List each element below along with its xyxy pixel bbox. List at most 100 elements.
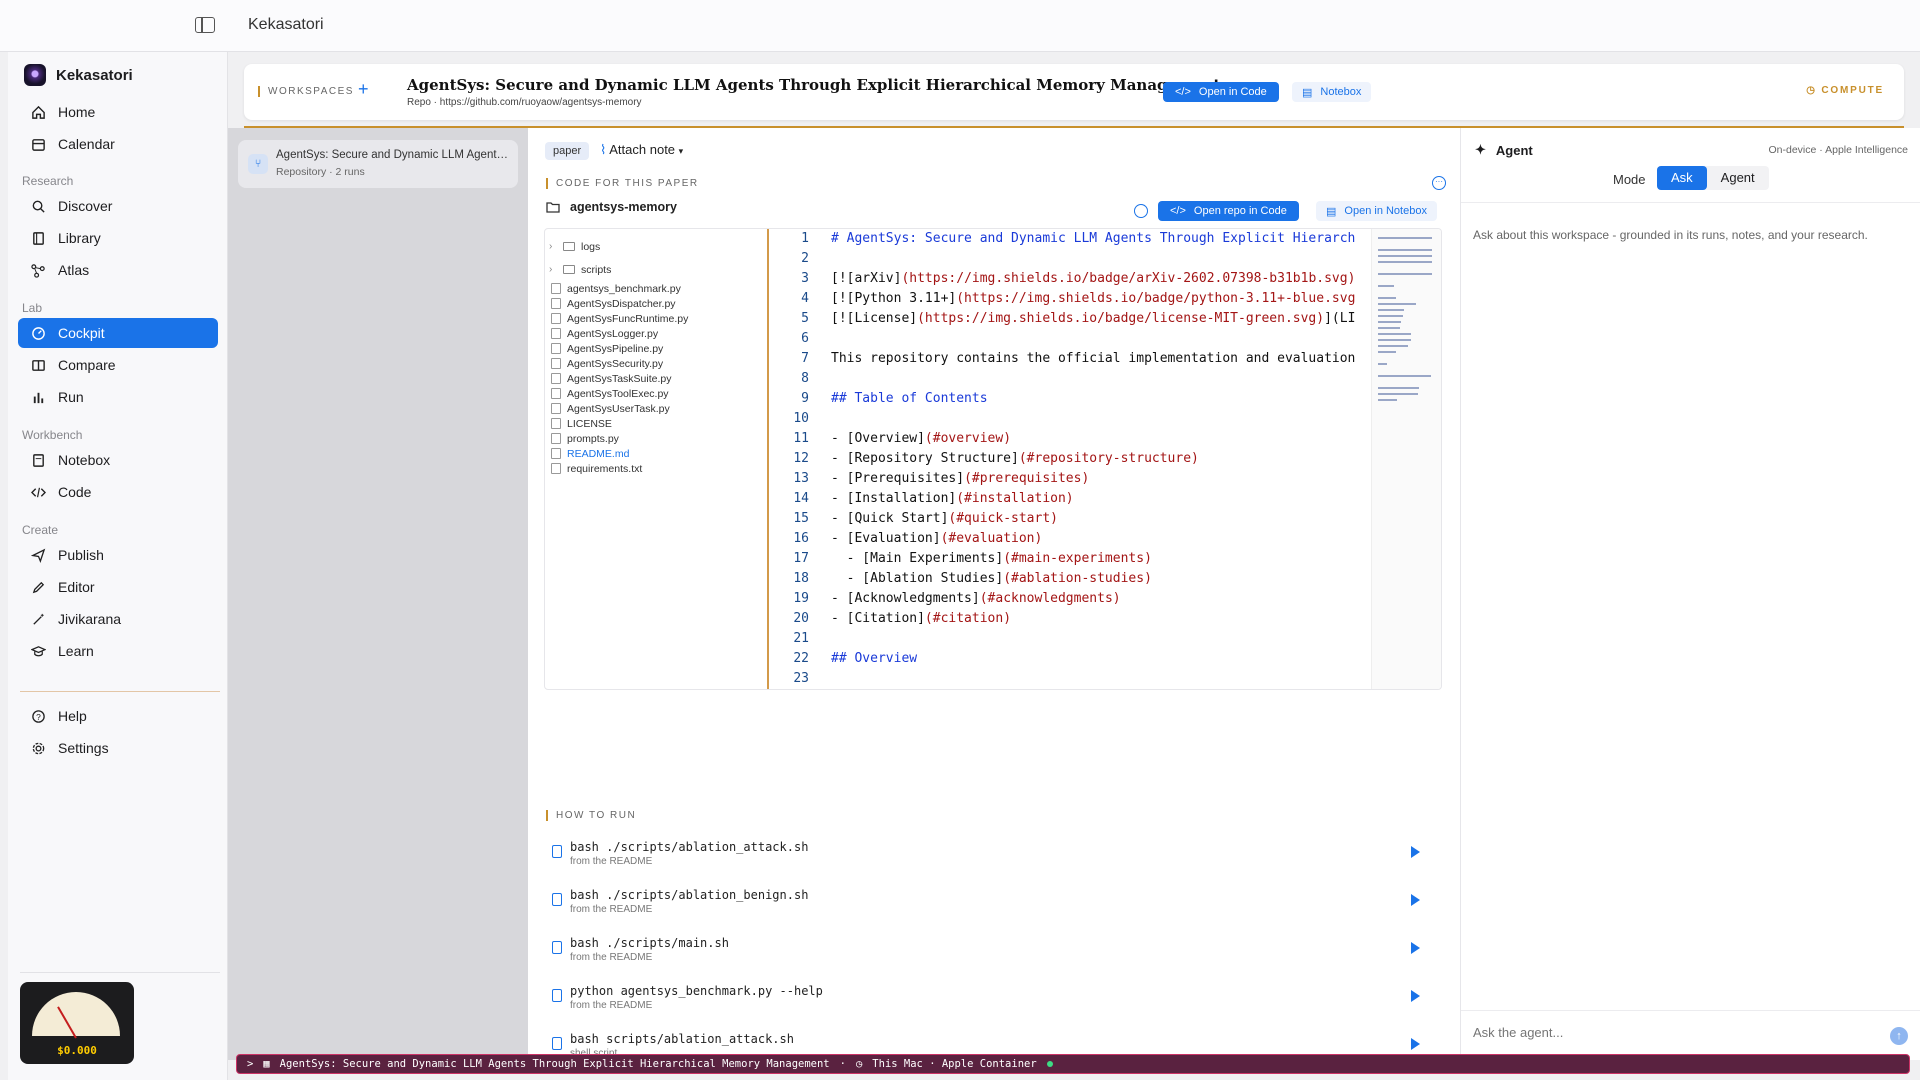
sidebar-item-discover[interactable]: Discover (18, 191, 218, 221)
send-icon[interactable]: ↑ (1890, 1027, 1908, 1045)
calendar-icon (30, 136, 46, 152)
code-icon: </> (1175, 86, 1191, 98)
run-command-row[interactable]: python agentsys_benchmark.py --help from … (544, 980, 1444, 1024)
search-icon (30, 198, 46, 214)
history-icon[interactable] (1134, 204, 1148, 218)
file-item[interactable]: AgentSysLogger.py (545, 326, 767, 341)
line-number: 7 (801, 351, 809, 366)
sidebar-item-code[interactable]: Code (18, 477, 218, 507)
notebox-button[interactable]: ▤ Notebox (1292, 82, 1372, 102)
code-token: ## Overview (831, 651, 918, 666)
folder-item[interactable]: › logs (545, 235, 767, 258)
play-icon[interactable] (1411, 846, 1420, 858)
minimap-line (1378, 273, 1432, 275)
sidebar-toggle-icon[interactable] (195, 17, 215, 33)
code-token: (#installation) (956, 491, 1074, 506)
file-item[interactable]: AgentSysTaskSuite.py (545, 371, 767, 386)
line-number: 5 (801, 311, 809, 326)
code-panel: › logs › scripts agentsys_benchmark.py AgentS… (544, 228, 1442, 690)
folder-item[interactable]: › scripts (545, 258, 767, 281)
code-line: ## Overview (831, 649, 1371, 669)
file-name: logs (581, 240, 601, 253)
sidebar-divider (20, 691, 220, 692)
how-to-run-label: HOW TO RUN (546, 810, 636, 821)
attach-note-button[interactable]: ⌇ Attach note ▾ (600, 142, 683, 158)
sidebar-item-calendar[interactable]: Calendar (18, 129, 218, 159)
sidebar-item-publish[interactable]: Publish (18, 540, 218, 570)
line-number: 15 (793, 511, 809, 526)
mode-ask-button[interactable]: Ask (1657, 166, 1707, 190)
cost-meter[interactable]: $0.000 (20, 982, 134, 1064)
more-icon[interactable]: ··· (1432, 176, 1446, 190)
minimap-line (1378, 255, 1432, 257)
sidebar-item-library[interactable]: Library (18, 223, 218, 253)
sidebar-item-run[interactable]: Run (18, 382, 218, 412)
play-icon[interactable] (1411, 990, 1420, 1002)
sidebar-item-jivikarana[interactable]: Jivikarana (18, 604, 218, 634)
file-item[interactable]: prompts.py (545, 431, 767, 446)
sidebar-item-settings[interactable]: Settings (18, 733, 218, 763)
code-minimap[interactable] (1371, 229, 1441, 689)
play-icon[interactable] (1411, 894, 1420, 906)
section-research: Research (22, 174, 74, 188)
sidebar-item-notebox[interactable]: Notebox (18, 445, 218, 475)
agent-input[interactable] (1473, 1025, 1873, 1040)
file-item[interactable]: AgentSysSecurity.py (545, 356, 767, 371)
sidebar-item-learn[interactable]: Learn (18, 636, 218, 666)
workspace-item[interactable]: ⑂ AgentSys: Secure and Dynamic LLM Agent… (238, 140, 518, 188)
open-repo-in-code-button[interactable]: </> Open repo in Code (1158, 201, 1299, 221)
run-command-row[interactable]: bash ./scripts/ablation_attack.sh from th… (544, 836, 1444, 880)
run-command-row[interactable]: bash ./scripts/ablation_benign.sh from th… (544, 884, 1444, 928)
sidebar-item-home[interactable]: Home (18, 97, 218, 127)
code-token: (#main-experiments) (1003, 551, 1152, 566)
code-line: - [Acknowledgments](#acknowledgments) (831, 589, 1371, 609)
file-item[interactable]: README.md (545, 446, 767, 461)
add-workspace-icon[interactable]: + (358, 79, 369, 100)
bar-chart-icon (30, 389, 46, 405)
sidebar-item-atlas[interactable]: Atlas (18, 255, 218, 285)
file-item[interactable]: LICENSE (545, 416, 767, 431)
mode-agent-button[interactable]: Agent (1707, 166, 1769, 190)
code-token: - [Citation] (831, 611, 925, 626)
run-command: bash scripts/ablation_attack.sh (570, 1032, 794, 1046)
brand-name: Kekasatori (56, 66, 133, 84)
sidebar-item-label: Compare (58, 357, 116, 373)
open-in-notebox-button[interactable]: ▤ Open in Notebox (1316, 201, 1437, 221)
file-item[interactable]: agentsys_benchmark.py (545, 281, 767, 296)
code-token: - [Prerequisites] (831, 471, 965, 486)
file-item[interactable]: requirements.txt (545, 461, 767, 476)
compute-button[interactable]: ◷ COMPUTE (1806, 85, 1884, 96)
sidebar-item-label: Help (58, 708, 87, 724)
code-text: # AgentSys: Secure and Dynamic LLM Agent… (831, 229, 1371, 689)
folder-icon (546, 202, 560, 213)
file-item[interactable]: AgentSysPipeline.py (545, 341, 767, 356)
sidebar-item-editor[interactable]: Editor (18, 572, 218, 602)
line-number: 12 (793, 451, 809, 466)
open-in-code-button[interactable]: </> Open in Code (1163, 82, 1279, 102)
window-title: Kekasatori (248, 16, 324, 33)
file-item[interactable]: AgentSysUserTask.py (545, 401, 767, 416)
paper-tag[interactable]: paper (545, 142, 590, 160)
code-token: (#citation) (924, 611, 1012, 626)
brand[interactable]: Kekasatori (24, 64, 133, 86)
sidebar-item-label: Cockpit (58, 325, 105, 341)
sidebar-item-help[interactable]: ? Help (18, 701, 218, 731)
code-editor[interactable]: 1234567891011121314151617181920212223242… (767, 229, 1371, 689)
play-icon[interactable] (1411, 942, 1420, 954)
file-item[interactable]: AgentSysFuncRuntime.py (545, 311, 767, 326)
line-number: 14 (793, 491, 809, 506)
sidebar-item-compare[interactable]: Compare (18, 350, 218, 380)
repo-link[interactable]: Repo · https://github.com/ruoyaow/agents… (407, 97, 642, 108)
file-item[interactable]: AgentSysToolExec.py (545, 386, 767, 401)
sidebar-item-cockpit[interactable]: Cockpit (18, 318, 218, 348)
file-icon (551, 388, 561, 399)
minimap-line (1378, 339, 1411, 341)
file-item[interactable]: AgentSysDispatcher.py (545, 296, 767, 311)
run-command-row[interactable]: bash ./scripts/main.sh from the README (544, 932, 1444, 976)
sidebar-item-label: Publish (58, 547, 104, 563)
code-line: - [Overview](#overview) (831, 429, 1371, 449)
sidebar-item-label: Notebox (58, 452, 111, 468)
play-icon[interactable] (1411, 1038, 1420, 1050)
notebook-icon (30, 452, 46, 468)
